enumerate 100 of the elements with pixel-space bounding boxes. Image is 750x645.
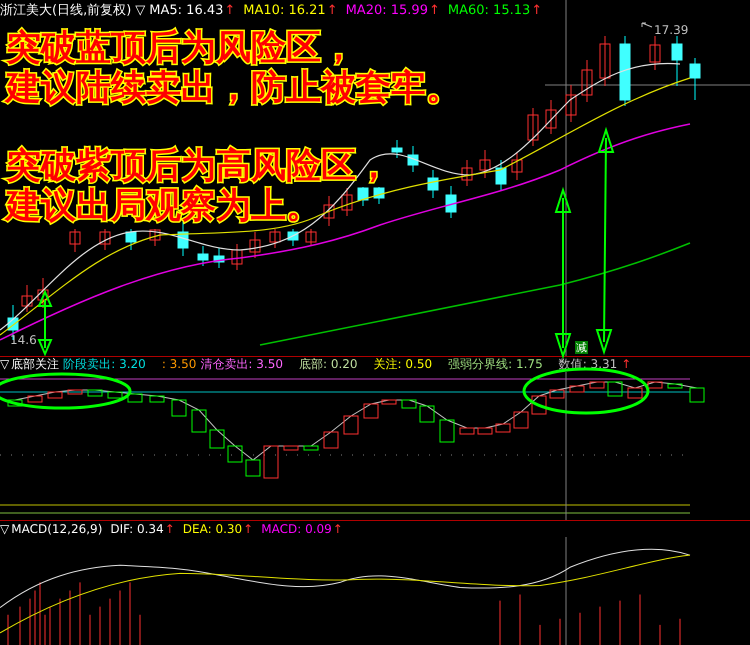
- candlestick: [150, 228, 160, 246]
- indicator-bar: [108, 392, 122, 398]
- annotation-text: 突破蓝顶后为风险区，: [6, 28, 356, 68]
- indicator-value: MACD: 0.09: [261, 521, 332, 537]
- candlestick: [250, 232, 260, 258]
- up-arrow-icon: ↑: [531, 3, 542, 19]
- candlestick: [306, 228, 316, 246]
- up-arrow-icon: ↑: [332, 521, 343, 537]
- indicator-bar: [344, 416, 358, 434]
- indicator-value: 底部: 0.20: [298, 357, 358, 372]
- indicator-bar: [496, 424, 510, 432]
- indicator-value: 关注: 0.50: [374, 357, 432, 372]
- candlestick: [620, 36, 630, 106]
- indicator-value: : 3.50: [162, 357, 196, 372]
- candlestick: [270, 228, 280, 248]
- candlestick: [288, 228, 298, 246]
- candlestick: [100, 228, 110, 250]
- indicator-bar: [150, 396, 164, 402]
- indicator-bar: [246, 460, 260, 476]
- up-arrow-icon: ↑: [164, 521, 175, 537]
- indicator-bar: [478, 428, 492, 434]
- indicator-value: 底部关注: [11, 357, 60, 372]
- candlestick: [446, 186, 456, 218]
- candlestick: [342, 188, 352, 216]
- collapse-marker[interactable]: ▽: [0, 357, 10, 372]
- up-arrow-icon: ↑: [326, 3, 338, 19]
- candlestick: [232, 244, 242, 270]
- indicator-bar: [68, 390, 82, 394]
- candlestick: [408, 146, 418, 172]
- annotation-text: 建议陆续卖出，防止被套牢。: [6, 68, 461, 108]
- indicator-value: 清仓卖出: 3.50: [200, 357, 283, 372]
- indicator-bar: [172, 400, 186, 416]
- candlestick: [672, 36, 682, 86]
- indicator-bar: [532, 396, 546, 414]
- candlestick: [70, 228, 80, 252]
- indicator-bar: [304, 446, 318, 450]
- indicator-bar: [690, 388, 704, 402]
- stock-title: 浙江美大(日线,前复权): [0, 3, 132, 19]
- indicator-bar: [628, 388, 642, 398]
- candlestick: [650, 36, 660, 70]
- indicator-value: MA20: 15.99: [346, 3, 428, 19]
- candlestick: [392, 140, 402, 158]
- indicator-bar: [382, 400, 396, 404]
- indicator-bar: [88, 390, 102, 396]
- candlestick: [462, 160, 472, 186]
- candlestick: [178, 222, 188, 256]
- indicator-bar: [668, 384, 682, 388]
- candlestick: [214, 248, 224, 268]
- candlestick: [546, 100, 556, 134]
- price-low-label: 14.6: [10, 332, 37, 349]
- candlestick: [528, 108, 538, 146]
- up-arrow-icon: ↑: [621, 357, 632, 372]
- candlestick: [428, 170, 438, 198]
- indicator-bar: [324, 432, 338, 448]
- up-arrow-icon: ↑: [243, 521, 254, 537]
- up-arrow-icon: ↑: [428, 3, 440, 19]
- indicator-bar: [228, 446, 242, 462]
- candlestick: [600, 36, 610, 86]
- candlestick: [566, 84, 576, 122]
- indicator-bar: [608, 382, 622, 396]
- candlestick: [126, 228, 136, 250]
- indicator-value: DIF: 0.34: [110, 521, 164, 537]
- indicator-bar: [264, 446, 278, 478]
- indicator-bar: [128, 394, 142, 402]
- annotation-text: 建议出局观察为上。: [6, 186, 321, 226]
- indicator-bar: [48, 392, 62, 398]
- indicator-bar: [590, 382, 604, 388]
- indicator-bar: [284, 446, 298, 450]
- signal-label: 减: [575, 341, 588, 354]
- candlestick: [324, 196, 334, 226]
- annotation-text: 突破紫顶后为高风险区，: [6, 146, 391, 186]
- indicator-bar: [440, 420, 454, 442]
- collapse-marker[interactable]: ▽: [0, 521, 10, 537]
- indicator-value: 阶段卖出: 3.20: [63, 357, 146, 372]
- candlestick: [358, 186, 368, 206]
- candlestick: [38, 278, 48, 308]
- candlestick: [690, 58, 700, 100]
- indicator-bar: [460, 428, 474, 434]
- price-high-label: 17.39: [654, 22, 688, 39]
- indicator-bar: [514, 412, 528, 428]
- double-arrow: [37, 289, 53, 357]
- candlestick: [496, 160, 506, 190]
- indicator-value: 强弱分界线: 1.75: [448, 357, 543, 372]
- indicator-bar: [364, 404, 378, 418]
- indicator-value: MA10: 16.21: [243, 3, 326, 19]
- indicator-bar: [570, 386, 584, 392]
- candlestick: [480, 150, 490, 178]
- indicator-bar: [648, 382, 662, 388]
- indicator-bar: [402, 400, 416, 408]
- macd-title: MACD(12,26,9): [11, 521, 102, 537]
- indicator-bar: [28, 396, 42, 402]
- collapse-marker[interactable]: ▽: [135, 3, 146, 19]
- candlestick: [374, 186, 384, 204]
- indicator-value: MA5: 16.43: [149, 3, 224, 19]
- indicator-value: MA60: 15.13: [448, 3, 530, 19]
- indicator-value: DEA: 0.30: [182, 521, 242, 537]
- indicator-bar: [210, 430, 224, 448]
- indicator-bar: [420, 406, 434, 422]
- candlestick: [22, 284, 32, 312]
- candlestick: [582, 60, 592, 102]
